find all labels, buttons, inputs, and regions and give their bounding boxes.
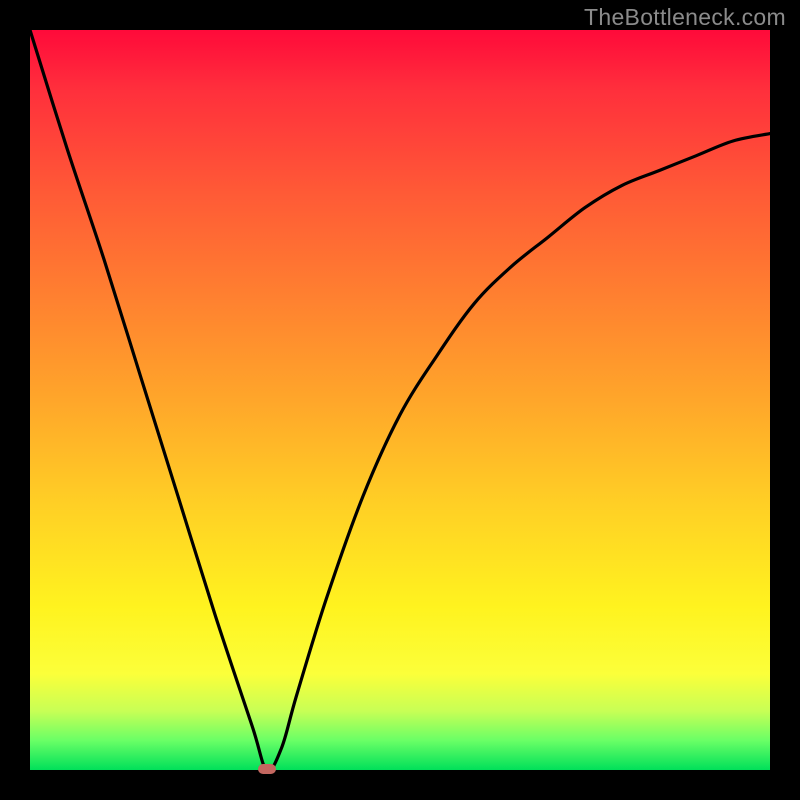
curve-path — [30, 30, 770, 771]
plot-area — [30, 30, 770, 770]
watermark-text: TheBottleneck.com — [584, 4, 786, 31]
chart-frame: TheBottleneck.com — [0, 0, 800, 800]
min-marker — [258, 764, 276, 774]
bottleneck-curve — [30, 30, 770, 770]
